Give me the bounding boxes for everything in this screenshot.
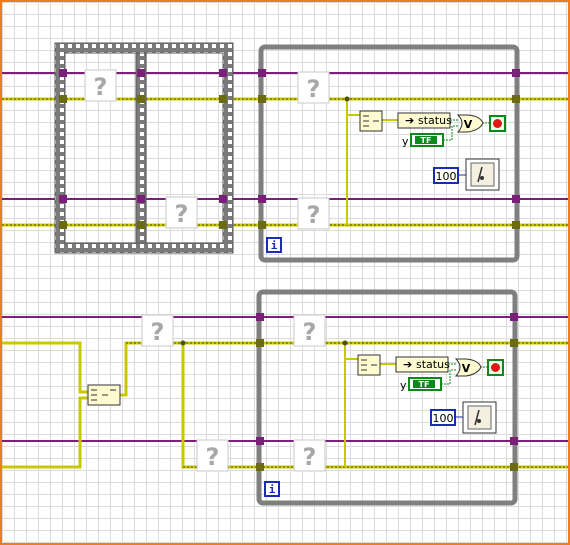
or-gate[interactable]: V <box>456 114 484 133</box>
svg-text:?: ? <box>303 443 317 471</box>
unknown-vi-node[interactable]: ? <box>297 71 330 104</box>
refnum-tunnel[interactable] <box>510 437 518 445</box>
svg-text:i: i <box>269 483 276 496</box>
svg-text:➔: ➔ <box>405 114 414 127</box>
iteration-terminal: i <box>266 237 282 253</box>
numeric-constant[interactable]: 100 <box>430 409 456 426</box>
svg-text:V: V <box>464 118 473 131</box>
iteration-terminal: i <box>264 481 280 497</box>
refnum-tunnel[interactable] <box>258 69 266 77</box>
unknown-vi-node[interactable]: ? <box>84 69 117 102</box>
upper-section: ? ? i ? ? ➔ status y TF V 100 <box>2 42 568 263</box>
error-tunnel[interactable] <box>59 221 67 229</box>
flat-sequence-structure[interactable] <box>54 42 234 254</box>
refnum-tunnel[interactable] <box>219 69 227 77</box>
shift-register[interactable] <box>258 95 266 103</box>
wait-ms-node[interactable] <box>462 401 497 434</box>
unknown-vi-node[interactable]: ? <box>293 439 326 472</box>
shift-register[interactable] <box>256 463 264 471</box>
shift-register[interactable] <box>512 95 520 103</box>
boolean-label: y <box>402 135 409 148</box>
shift-register[interactable] <box>510 339 518 347</box>
lower-wires <box>2 316 568 469</box>
svg-text:i: i <box>271 239 278 252</box>
unbundle-status-node[interactable]: ➔ status <box>395 356 450 373</box>
wire-junction <box>180 340 186 346</box>
svg-text:?: ? <box>94 73 108 101</box>
merge-errors-node[interactable] <box>357 354 381 376</box>
wait-ms-node[interactable] <box>465 158 500 191</box>
wire-junction <box>342 340 348 346</box>
error-tunnel[interactable] <box>219 221 227 229</box>
refnum-tunnel[interactable] <box>219 195 227 203</box>
refnum-tunnel[interactable] <box>59 69 67 77</box>
unknown-vi-node[interactable]: ? <box>293 314 326 347</box>
refnum-tunnel[interactable] <box>512 195 520 203</box>
merge-errors-node[interactable] <box>359 110 383 132</box>
refnum-tunnel[interactable] <box>137 195 145 203</box>
error-tunnel[interactable] <box>137 221 145 229</box>
numeric-constant[interactable]: 100 <box>433 167 459 184</box>
lower-section: ? ? i ? ? ➔ status y TF V 100 <box>2 289 568 506</box>
svg-text:V: V <box>462 362 471 375</box>
svg-text:status: status <box>416 358 450 371</box>
or-gate[interactable]: V <box>454 358 482 377</box>
while-loop[interactable]: i <box>258 44 520 263</box>
refnum-tunnel[interactable] <box>510 313 518 321</box>
shift-register[interactable] <box>510 463 518 471</box>
error-wire[interactable] <box>2 341 88 394</box>
error-wire[interactable] <box>2 396 88 469</box>
shift-register[interactable] <box>512 221 520 229</box>
refnum-tunnel[interactable] <box>256 437 264 445</box>
wire-junction <box>344 96 350 102</box>
svg-text:?: ? <box>307 75 321 103</box>
boolean-label: y <box>400 379 407 392</box>
svg-text:?: ? <box>206 443 220 471</box>
svg-text:status: status <box>418 114 452 127</box>
refnum-tunnel[interactable] <box>137 69 145 77</box>
block-diagram-canvas: ? ? i ? ? ➔ status y TF V 100 ? ? i ? ? … <box>0 0 570 545</box>
refnum-tunnel[interactable] <box>512 69 520 77</box>
error-branch-wire[interactable] <box>346 99 360 116</box>
boolean-constant[interactable]: TF <box>408 377 442 391</box>
svg-text:?: ? <box>175 200 189 228</box>
error-branch-wire[interactable] <box>344 343 358 360</box>
refnum-tunnel[interactable] <box>59 195 67 203</box>
loop-condition-terminal[interactable] <box>489 115 506 132</box>
svg-text:TF: TF <box>421 136 432 145</box>
shift-register[interactable] <box>258 221 266 229</box>
svg-text:TF: TF <box>419 380 430 389</box>
svg-text:?: ? <box>303 318 317 346</box>
unknown-vi-node[interactable]: ? <box>165 196 198 229</box>
svg-text:?: ? <box>307 201 321 229</box>
svg-text:?: ? <box>151 318 165 346</box>
unknown-vi-node[interactable]: ? <box>297 197 330 230</box>
svg-text:100: 100 <box>433 412 454 425</box>
refnum-tunnel[interactable] <box>256 313 264 321</box>
boolean-constant[interactable]: TF <box>410 133 444 147</box>
error-tunnel[interactable] <box>137 95 145 103</box>
merge-errors-node[interactable] <box>87 384 121 406</box>
loop-condition-terminal[interactable] <box>487 359 504 376</box>
error-tunnel[interactable] <box>59 95 67 103</box>
refnum-tunnel[interactable] <box>258 195 266 203</box>
unknown-vi-node[interactable]: ? <box>196 439 229 472</box>
svg-text:100: 100 <box>436 170 457 183</box>
error-tunnel[interactable] <box>219 95 227 103</box>
block-diagram: ? ? i ? ? ➔ status y TF V 100 ? ? i ? ? … <box>2 42 568 506</box>
unbundle-status-node[interactable]: ➔ status <box>397 112 452 129</box>
svg-text:➔: ➔ <box>403 358 412 371</box>
unknown-vi-node[interactable]: ? <box>141 314 174 347</box>
shift-register[interactable] <box>256 339 264 347</box>
